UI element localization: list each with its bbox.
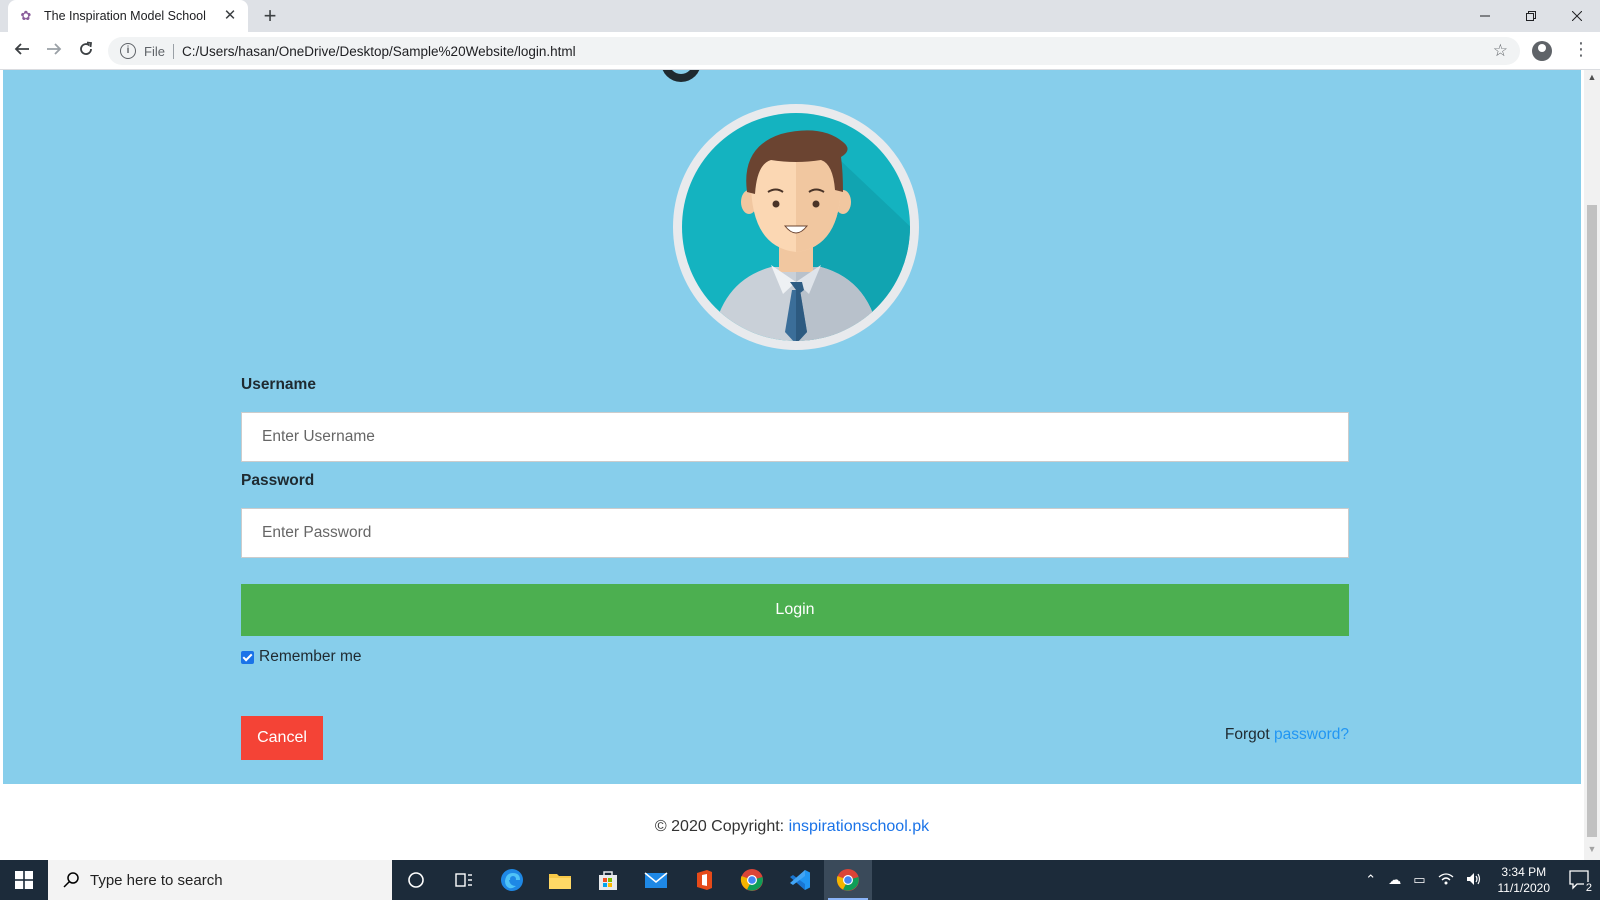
forgot-password-link[interactable]: password? bbox=[1274, 726, 1349, 743]
mail-icon bbox=[644, 872, 668, 888]
close-icon bbox=[1572, 11, 1582, 21]
notification-count: 2 bbox=[1583, 882, 1594, 894]
login-panel: Username Password Login Remember me Canc… bbox=[3, 70, 1581, 784]
browser-tab[interactable]: ✿ The Inspiration Model School ✕ bbox=[8, 0, 248, 32]
file-explorer-button[interactable] bbox=[536, 860, 584, 900]
battery-icon[interactable]: ▭ bbox=[1413, 872, 1425, 888]
office-button[interactable] bbox=[680, 860, 728, 900]
cortana-icon bbox=[408, 872, 424, 888]
show-hidden-icons-icon[interactable]: ⌃ bbox=[1365, 872, 1376, 888]
username-input[interactable] bbox=[241, 412, 1349, 462]
taskbar-search[interactable]: Type here to search bbox=[48, 860, 392, 900]
url-text[interactable]: C:/Users/hasan/OneDrive/Desktop/Sample%2… bbox=[182, 44, 1493, 59]
username-label: Username bbox=[241, 376, 316, 393]
speaker-icon bbox=[1466, 872, 1480, 885]
task-view-icon bbox=[455, 873, 472, 887]
minimize-button[interactable] bbox=[1462, 0, 1508, 32]
chrome-active-taskbar-button[interactable] bbox=[824, 860, 872, 900]
reload-icon bbox=[80, 41, 93, 55]
chrome-icon bbox=[836, 869, 859, 891]
remember-me: Remember me bbox=[241, 648, 362, 666]
search-placeholder: Type here to search bbox=[90, 871, 223, 889]
store-button[interactable] bbox=[584, 860, 632, 900]
copyright-text: © 2020 Copyright: bbox=[654, 818, 785, 835]
store-icon bbox=[599, 871, 617, 890]
scroll-down-arrow-icon[interactable]: ▼ bbox=[1584, 844, 1600, 858]
page-viewport: Username Password Login Remember me Canc… bbox=[0, 70, 1584, 860]
forward-arrow-icon bbox=[47, 43, 62, 55]
clock-date: 11/1/2020 bbox=[1497, 881, 1551, 895]
reload-button[interactable] bbox=[74, 39, 98, 63]
office-icon bbox=[697, 870, 712, 890]
address-bar[interactable]: i File C:/Users/hasan/OneDrive/Desktop/S… bbox=[108, 37, 1520, 65]
tab-title: The Inspiration Model School bbox=[44, 9, 206, 23]
info-icon[interactable]: i bbox=[120, 43, 136, 59]
search-icon bbox=[63, 872, 79, 888]
close-window-button[interactable] bbox=[1554, 0, 1600, 32]
vscode-taskbar-button[interactable] bbox=[776, 860, 824, 900]
windows-taskbar: Type here to search ⌃ ☁ ▭ 3:34 PM 11/1/2… bbox=[0, 860, 1600, 900]
onedrive-error-icon[interactable]: ☁ bbox=[1388, 872, 1401, 888]
chrome-taskbar-button[interactable] bbox=[728, 860, 776, 900]
close-tab-icon[interactable]: ✕ bbox=[222, 8, 238, 24]
chrome-icon bbox=[740, 869, 763, 891]
windows-logo-icon bbox=[15, 871, 33, 889]
tab-strip: ✿ The Inspiration Model School ✕ + bbox=[0, 0, 1600, 32]
page-footer: © 2020 Copyright: inspirationschool.pk bbox=[0, 818, 1584, 836]
wifi-signal-icon bbox=[1438, 872, 1453, 884]
browser-menu-icon[interactable]: ⋮ bbox=[1572, 39, 1590, 60]
page-heading-fragment bbox=[661, 70, 701, 82]
password-label: Password bbox=[241, 472, 315, 489]
volume-icon[interactable] bbox=[1466, 872, 1482, 889]
scheme-label: File bbox=[144, 43, 174, 59]
taskbar-clock[interactable]: 3:34 PM 11/1/2020 bbox=[1498, 864, 1551, 896]
school-favicon-icon: ✿ bbox=[20, 8, 32, 23]
back-arrow-icon bbox=[14, 43, 29, 55]
profile-avatar-icon[interactable] bbox=[1532, 41, 1552, 61]
mail-button[interactable] bbox=[632, 860, 680, 900]
task-view-button[interactable] bbox=[440, 860, 488, 900]
vscode-icon bbox=[790, 870, 810, 890]
user-avatar bbox=[671, 102, 921, 352]
back-button[interactable] bbox=[10, 39, 34, 63]
restore-icon bbox=[1526, 11, 1536, 21]
forward-button[interactable] bbox=[42, 39, 66, 63]
minimize-icon bbox=[1480, 15, 1490, 17]
password-input[interactable] bbox=[241, 508, 1349, 558]
remember-me-checkbox[interactable] bbox=[241, 650, 254, 664]
forgot-password: Forgot password? bbox=[1225, 726, 1349, 744]
remember-me-label: Remember me bbox=[259, 648, 362, 665]
user-avatar-icon bbox=[673, 104, 919, 350]
page-scrollbar[interactable]: ▲ ▼ bbox=[1584, 70, 1600, 860]
scroll-thumb[interactable] bbox=[1587, 205, 1597, 837]
start-button[interactable] bbox=[0, 860, 48, 900]
system-tray: ⌃ ☁ ▭ 3:34 PM 11/1/2020 2 bbox=[1359, 860, 1600, 900]
bookmark-star-icon[interactable]: ☆ bbox=[1493, 41, 1508, 61]
clock-time: 3:34 PM bbox=[1501, 865, 1547, 879]
folder-icon bbox=[549, 874, 571, 889]
edge-taskbar-button[interactable] bbox=[488, 860, 536, 900]
cortana-button[interactable] bbox=[392, 860, 440, 900]
action-center-button[interactable]: 2 bbox=[1560, 860, 1600, 900]
cancel-button[interactable]: Cancel bbox=[241, 716, 323, 760]
forgot-text: Forgot bbox=[1224, 726, 1270, 743]
scroll-up-arrow-icon[interactable]: ▲ bbox=[1584, 72, 1600, 86]
browser-toolbar: i File C:/Users/hasan/OneDrive/Desktop/S… bbox=[0, 32, 1600, 70]
new-tab-button[interactable]: + bbox=[258, 4, 282, 28]
login-button[interactable]: Login bbox=[241, 584, 1349, 636]
wifi-icon[interactable] bbox=[1438, 872, 1454, 889]
window-controls bbox=[1462, 0, 1600, 32]
site-link[interactable]: inspirationschool.pk bbox=[789, 818, 930, 835]
edge-icon bbox=[501, 869, 523, 891]
restore-button[interactable] bbox=[1508, 0, 1554, 32]
